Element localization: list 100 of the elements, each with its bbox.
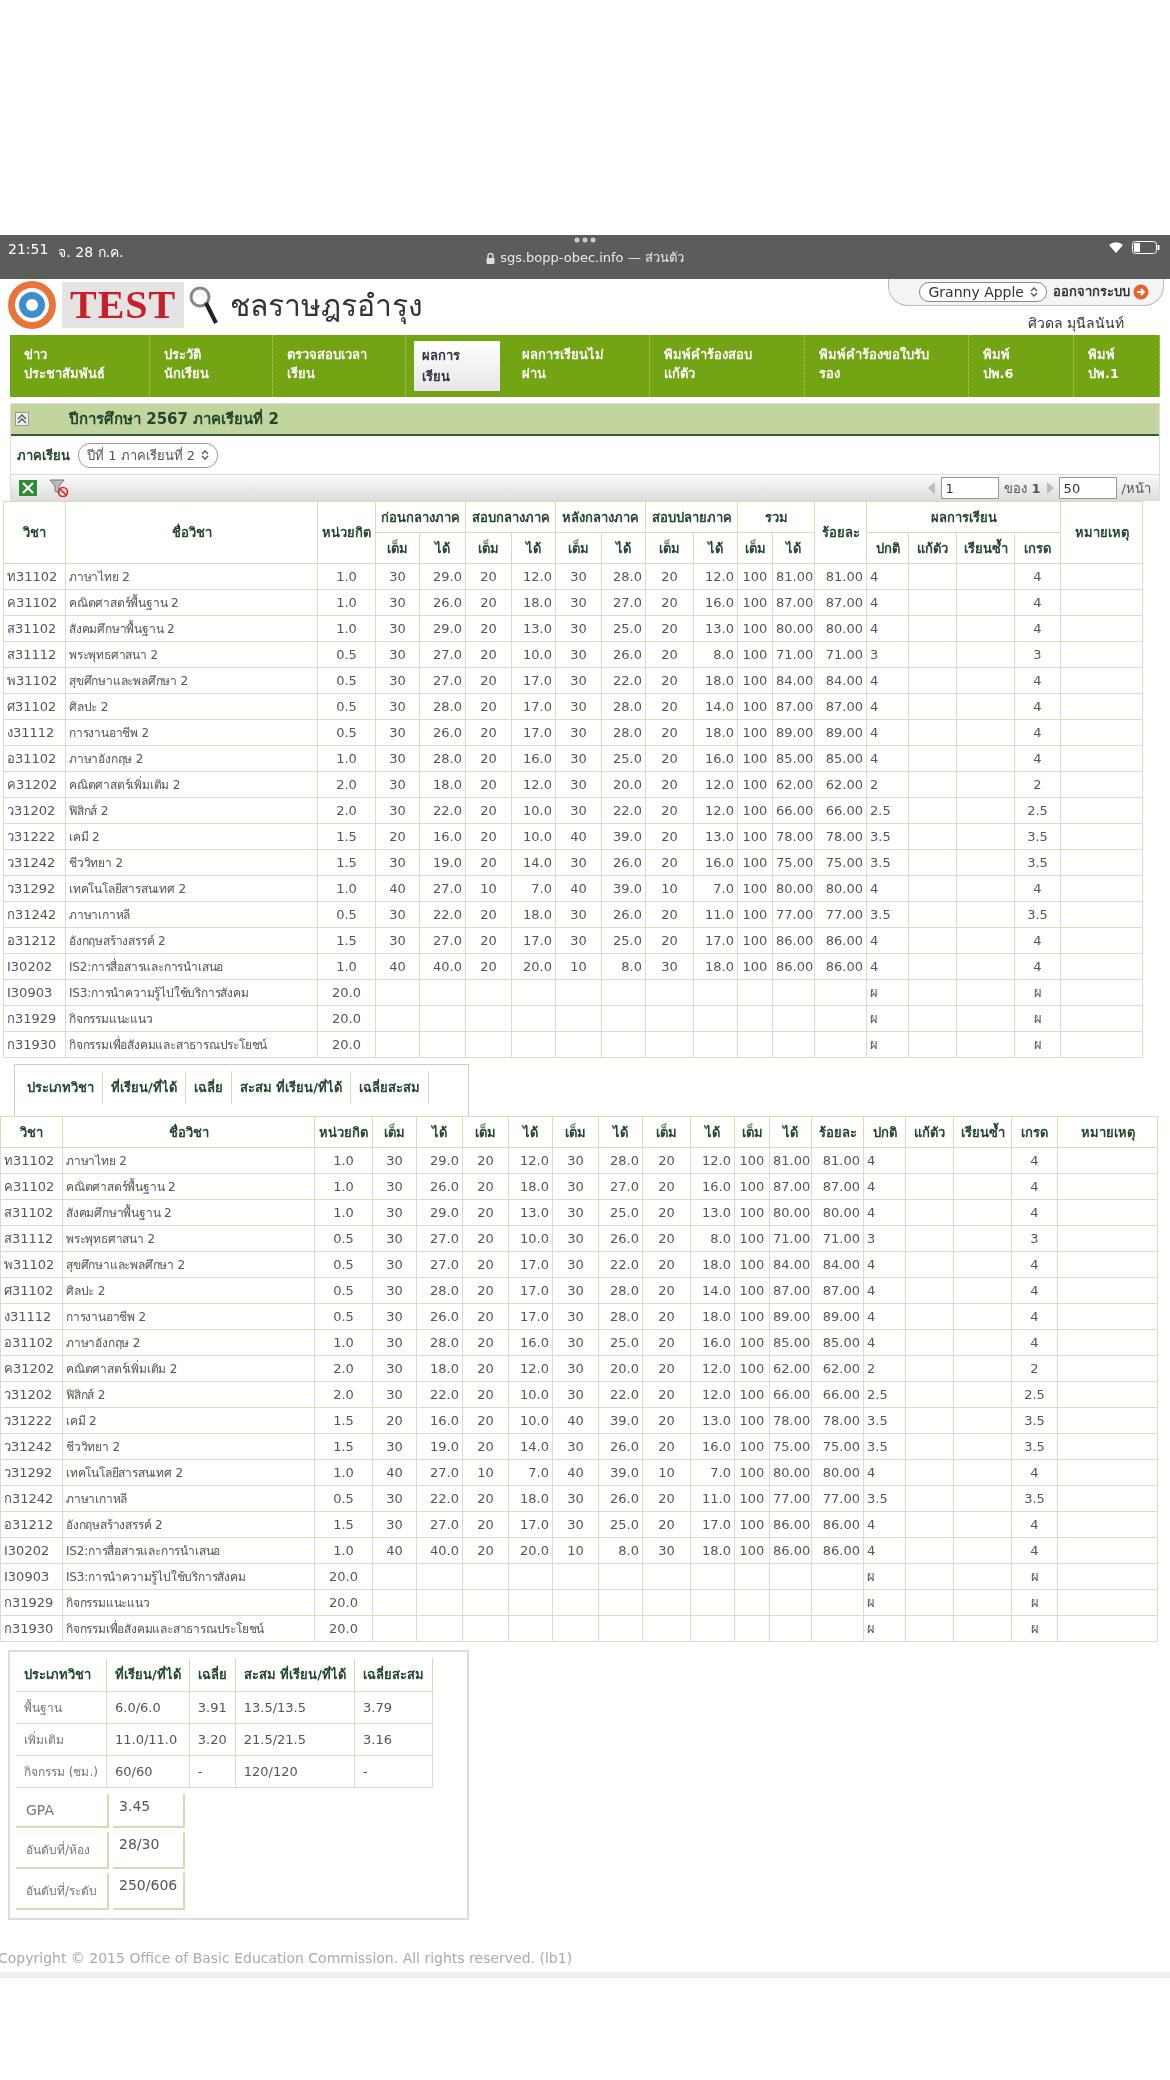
page-size-input[interactable]: 50 xyxy=(1058,477,1117,499)
table-cell: 87.00 xyxy=(772,693,815,720)
table-cell: 19.0 xyxy=(416,1433,463,1460)
table-cell: 16.0 xyxy=(419,823,466,850)
table-cell: 100 xyxy=(734,1199,770,1226)
table-cell: 100 xyxy=(734,1277,770,1304)
table-cell: 4 xyxy=(1011,1147,1058,1174)
table-cell: ผ xyxy=(1014,1031,1061,1058)
table-cell: 30 xyxy=(552,1225,599,1252)
term-select[interactable]: ปีที่ 1 ภาคเรียนที่ 2 xyxy=(78,442,218,468)
table-cell: 30 xyxy=(555,563,602,590)
account-select[interactable]: Granny Apple xyxy=(919,281,1047,302)
table-cell: 4 xyxy=(1014,615,1061,642)
table-cell: 2.0 xyxy=(314,1381,373,1408)
table-cell: กิจกรรมเพื่อสังคมและสาธารณประโยชน์ xyxy=(65,1031,318,1058)
table-cell: 20 xyxy=(645,901,694,928)
nav-item[interactable]: ข่าว ประชาสัมพันธ์ xyxy=(10,335,150,397)
nav-item[interactable]: พิมพ์คำร้องขอใบรับ รอง xyxy=(805,335,969,397)
table-cell: 100 xyxy=(734,1225,770,1252)
table-cell: 86.00 xyxy=(769,1537,812,1564)
table-cell: 20 xyxy=(462,1329,509,1356)
table-cell: ผ xyxy=(866,1031,909,1058)
nav-item[interactable]: พิมพ์ ปพ.1 xyxy=(1073,335,1160,397)
table-cell: 100 xyxy=(737,953,773,980)
table-cell: เทคโนโลยีสารสนเทศ 2 xyxy=(65,875,318,902)
column-header: ก่อนกลางภาค xyxy=(375,501,466,533)
table-cell: 7.0 xyxy=(508,1459,553,1486)
table-cell: 86.00 xyxy=(772,953,815,980)
table-cell: 26.0 xyxy=(601,849,646,876)
table-cell: 62.00 xyxy=(772,771,815,798)
status-time: 21:51 xyxy=(8,241,49,257)
stat-label: อันดับที่/ระดับ xyxy=(16,1873,110,1910)
table-cell: 30 xyxy=(375,563,420,590)
column-header: รวม xyxy=(737,501,815,533)
table-cell: ผ xyxy=(863,1563,906,1590)
table-cell: คณิตศาสตร์เพิ่มเติม 2 xyxy=(62,1355,315,1382)
table-cell: 27.0 xyxy=(416,1459,463,1486)
address-url[interactable]: sgs.bopp-obec.info — ส่วนตัว xyxy=(500,247,684,268)
logout-button[interactable]: ออกจากระบบ xyxy=(1053,281,1149,302)
table-cell: กิจกรรม (ชม.) xyxy=(16,1755,107,1788)
table-cell: 22.0 xyxy=(601,667,646,694)
table-cell: 30 xyxy=(372,1511,417,1538)
table-cell: 18.0 xyxy=(690,1303,735,1330)
page-input[interactable]: 1 xyxy=(940,477,999,499)
nav-item[interactable]: ประวัติ นักเรียน xyxy=(149,335,273,397)
table-cell: 1.0 xyxy=(317,745,376,772)
table-cell: 1.5 xyxy=(317,849,376,876)
table-cell: 30 xyxy=(372,1251,417,1278)
nav-item[interactable]: ผลการ เรียน xyxy=(413,341,500,391)
term-label: ภาคเรียน xyxy=(17,446,70,465)
table-cell: 62.00 xyxy=(769,1355,812,1382)
column-header: วิชา xyxy=(0,1116,63,1148)
table-cell: 12.0 xyxy=(690,1147,735,1174)
table-cell: 26.0 xyxy=(416,1303,463,1330)
table-cell: 2.5 xyxy=(866,797,909,824)
table-cell: 87.00 xyxy=(772,589,815,616)
column-header: หน่วยกิต xyxy=(314,1116,373,1148)
table-cell: 120/120 xyxy=(235,1755,355,1788)
table-cell: 20.0 xyxy=(314,1563,373,1590)
filter-clear-icon[interactable] xyxy=(49,479,69,497)
table-cell: 75.00 xyxy=(772,849,815,876)
table-cell: 1.0 xyxy=(317,875,376,902)
arrow-circle-icon xyxy=(1133,283,1149,300)
table-cell: 80.00 xyxy=(769,1199,812,1226)
table-cell: 20 xyxy=(642,1147,691,1174)
more-dots-icon[interactable] xyxy=(574,237,596,243)
table-cell: 20 xyxy=(465,693,512,720)
table-cell: 75.00 xyxy=(769,1433,812,1460)
table-cell: 100 xyxy=(734,1485,770,1512)
table-cell: ว31222 xyxy=(0,1407,63,1434)
table-cell: 26.0 xyxy=(419,719,466,746)
table-cell: ว31202 xyxy=(0,1381,63,1408)
table-cell: 11.0 xyxy=(690,1485,735,1512)
collapse-icon[interactable] xyxy=(15,412,29,426)
table-cell: ค31202 xyxy=(3,771,66,798)
table-cell: 20 xyxy=(462,1173,509,1200)
nav-item[interactable]: พิมพ์คำร้องสอบ แก้ตัว xyxy=(650,335,806,397)
table-cell: 13.0 xyxy=(693,823,738,850)
table-cell: 2 xyxy=(866,771,909,798)
table-cell: 4 xyxy=(1014,719,1061,746)
spreadsheet-icon[interactable] xyxy=(19,480,37,496)
table-cell: 17.0 xyxy=(511,693,556,720)
nav-item[interactable]: ผลการเรียนไม่ ผ่าน xyxy=(507,335,651,397)
table-cell: 100 xyxy=(737,693,773,720)
table-cell: 4 xyxy=(1011,1199,1058,1226)
table-cell: 86.00 xyxy=(811,1537,864,1564)
table-cell: ก31930 xyxy=(0,1615,63,1642)
nav-item[interactable]: พิมพ์ ปพ.6 xyxy=(968,335,1074,397)
table-cell: 12.0 xyxy=(690,1355,735,1382)
table-cell: 20 xyxy=(642,1355,691,1382)
table-cell: 3.5 xyxy=(1011,1485,1058,1512)
table-cell: 3 xyxy=(1014,641,1061,668)
table-cell: สังคมศึกษาพื้นฐาน 2 xyxy=(62,1199,315,1226)
table-cell: 20 xyxy=(462,1303,509,1330)
nav-item[interactable]: ตรวจสอบเวลา เรียน xyxy=(272,335,406,397)
table-cell: 2.5 xyxy=(1014,797,1061,824)
table-cell: 20 xyxy=(645,823,694,850)
table-cell: 27.0 xyxy=(598,1173,643,1200)
table-cell: 40.0 xyxy=(416,1537,463,1564)
column-header: ได้ xyxy=(508,1116,553,1148)
